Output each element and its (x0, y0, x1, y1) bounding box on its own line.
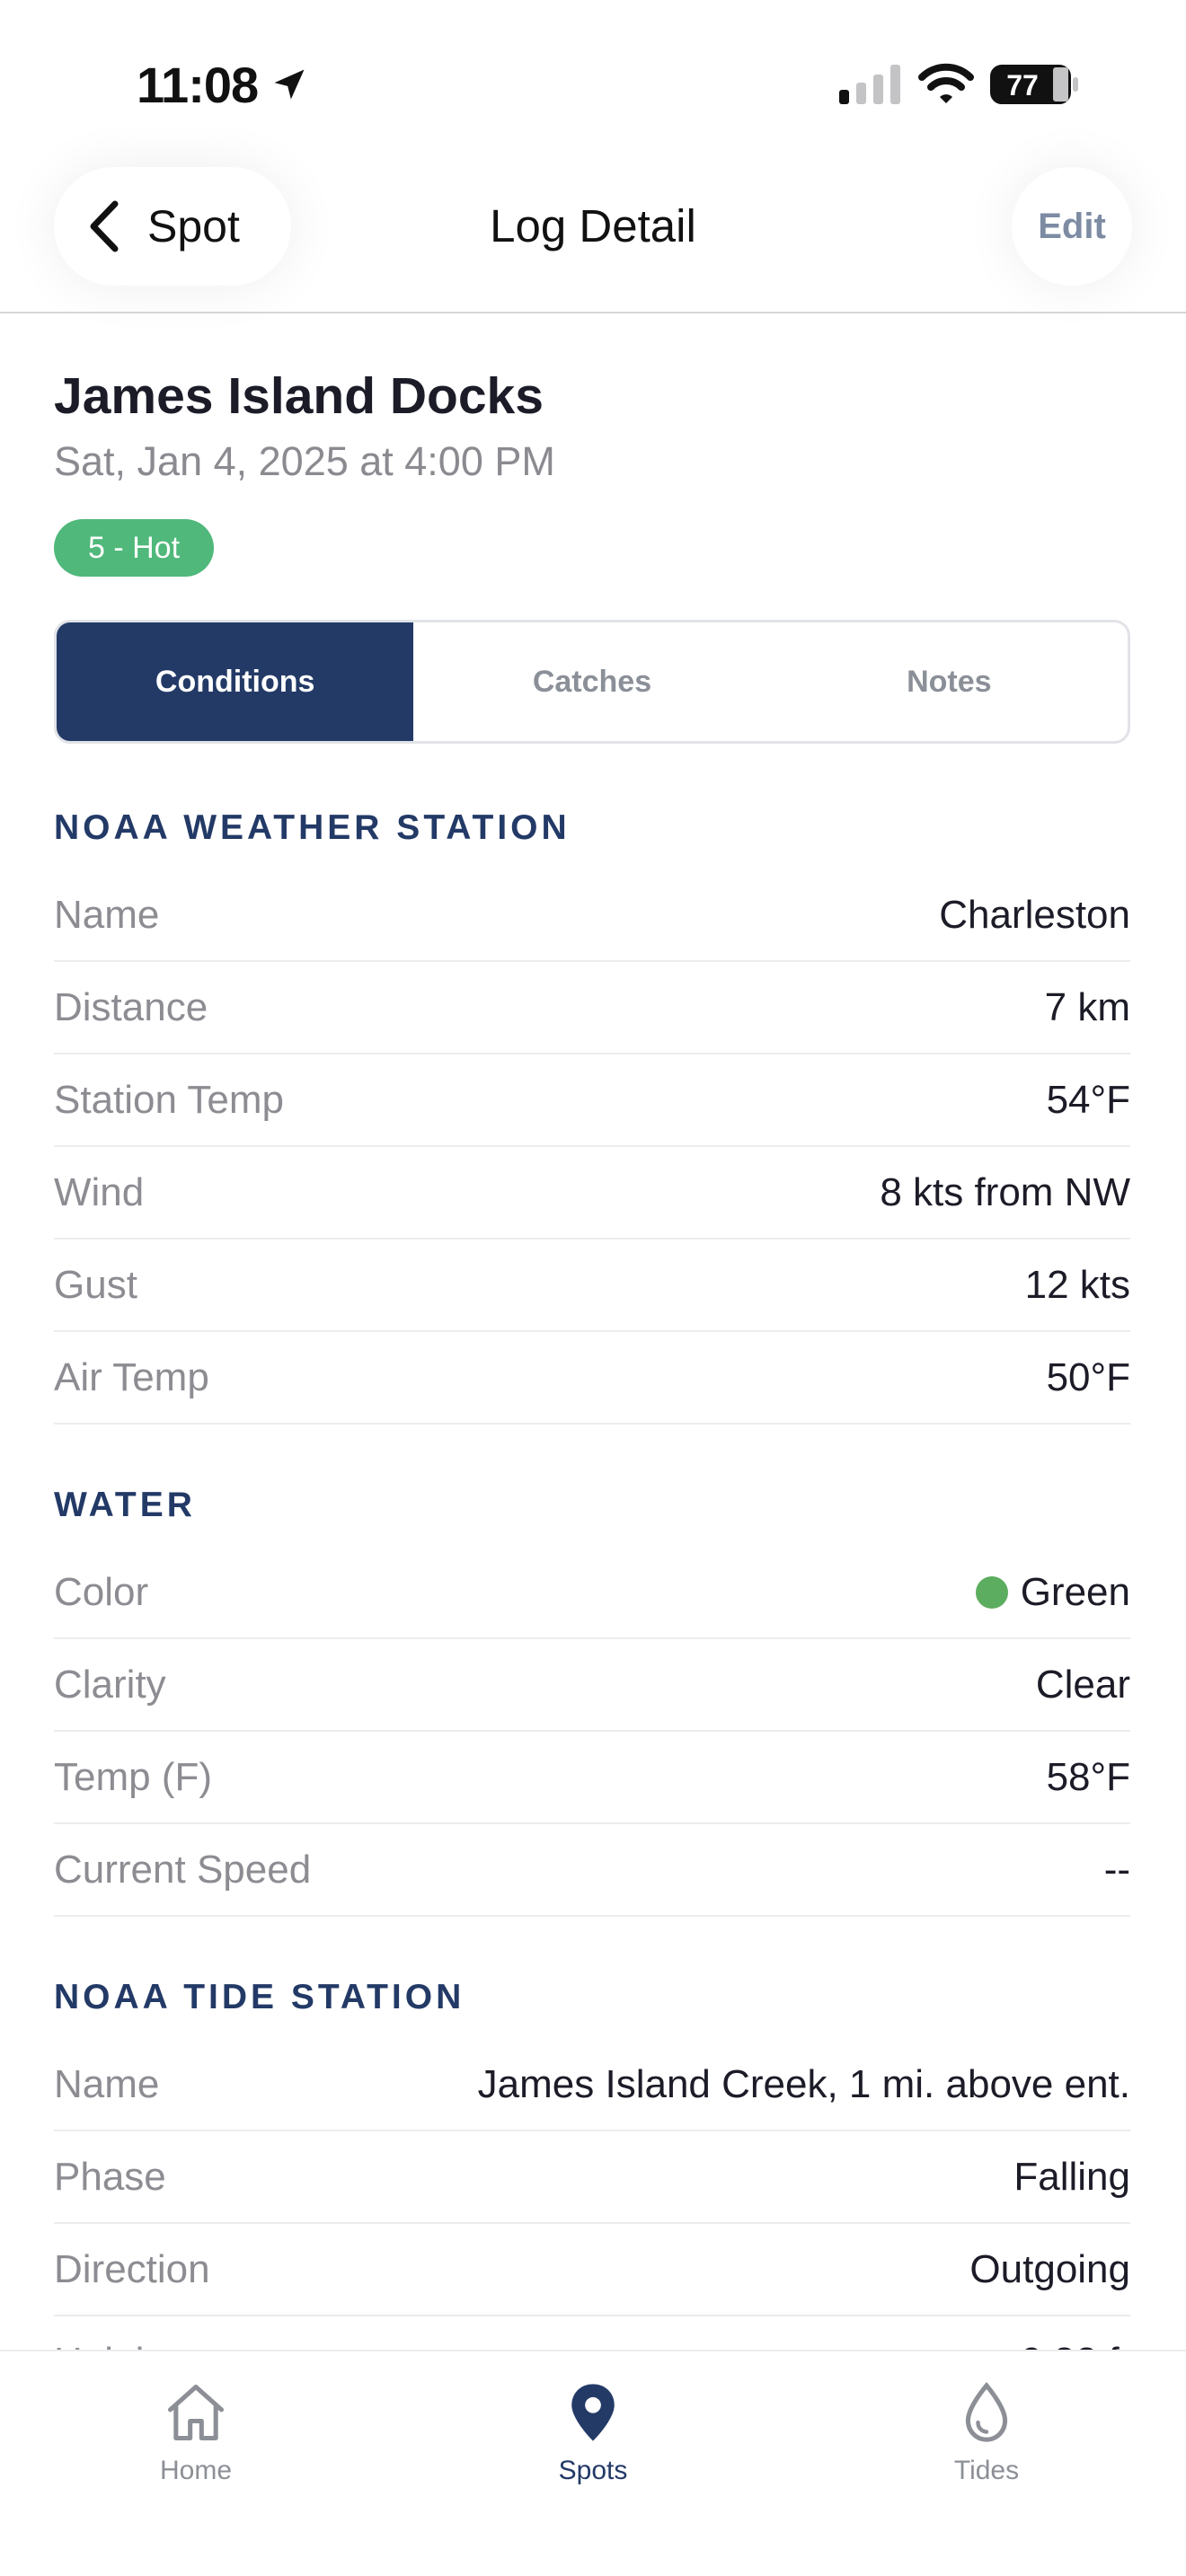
detail-row: Air Temp 50°F (54, 1332, 1130, 1425)
row-label: Distance (54, 984, 208, 1029)
header-divider (0, 312, 1186, 313)
water-drop-icon (965, 2382, 1008, 2442)
detail-row: Clarity Clear (54, 1639, 1130, 1732)
row-label: Wind (54, 1169, 145, 1214)
row-label: Color (54, 1569, 149, 1614)
row-label: Clarity (54, 1662, 166, 1707)
cellular-signal-icon (839, 65, 900, 104)
detail-row: Phase Falling (54, 2131, 1130, 2224)
section-title-tide-station: NOAA TIDE STATION (54, 1978, 465, 2016)
row-label: Gust (54, 1262, 137, 1307)
page-title: Log Detail (490, 200, 696, 251)
row-value: Charleston (939, 892, 1130, 937)
water-color-dot (975, 1575, 1008, 1609)
battery-icon: 77 (990, 65, 1078, 104)
map-pin-icon (571, 2384, 615, 2441)
row-value: 58°F (1046, 1754, 1130, 1799)
tab-catches[interactable]: Catches (413, 622, 770, 741)
detail-row: Direction Outgoing (54, 2224, 1130, 2316)
row-value: 8 kts from NW (880, 1169, 1130, 1214)
battery-level: 77 (1006, 69, 1039, 101)
tab-conditions[interactable]: Conditions (57, 622, 414, 741)
row-value: 12 kts (1024, 1262, 1130, 1307)
row-value: Falling (1013, 2154, 1130, 2199)
bottom-tab-bar: Home Spots Tides (0, 2350, 1186, 2576)
detail-row: Name James Island Creek, 1 mi. above ent. (54, 2039, 1130, 2131)
detail-row: Name Charleston (54, 869, 1130, 962)
row-label: Phase (54, 2154, 166, 2199)
edit-button[interactable]: Edit (1012, 167, 1132, 286)
status-time: 11:08 (137, 57, 259, 113)
spot-name: James Island Docks (54, 367, 544, 425)
conditions-content[interactable]: NOAA WEATHER STATION Name Charleston Dist… (54, 790, 1130, 2409)
detail-row: Station Temp 54°F (54, 1054, 1130, 1147)
row-label: Name (54, 892, 160, 937)
log-date: Sat, Jan 4, 2025 at 4:00 PM (54, 438, 555, 484)
row-label: Temp (F) (54, 1754, 212, 1799)
row-value: 54°F (1046, 1077, 1130, 1122)
tabbar-item-tides[interactable]: Tides (897, 2378, 1076, 2486)
row-value: 50°F (1046, 1354, 1130, 1399)
row-value-color: Green (975, 1569, 1130, 1615)
row-label: Name (54, 2061, 160, 2106)
home-icon (167, 2384, 225, 2441)
row-label: Air Temp (54, 1354, 209, 1399)
row-value: -- (1103, 1847, 1130, 1892)
section-title-water: WATER (54, 1486, 196, 1524)
row-value: Clear (1035, 1662, 1130, 1707)
status-bar: 11:08 77 (0, 0, 1186, 171)
row-label: Station Temp (54, 1077, 285, 1122)
detail-row: Distance 7 km (54, 962, 1130, 1054)
rating-badge: 5 - Hot (54, 519, 215, 577)
tab-notes[interactable]: Notes (771, 622, 1128, 741)
row-value: James Island Creek, 1 mi. above ent. (477, 2061, 1130, 2106)
row-value: Outgoing (969, 2246, 1130, 2291)
tabbar-item-home[interactable]: Home (106, 2378, 286, 2486)
tabbar-label: Tides (953, 2456, 1020, 2485)
location-arrow-icon (274, 69, 305, 100)
detail-row: Wind 8 kts from NW (54, 1147, 1130, 1239)
detail-row: Gust 12 kts (54, 1239, 1130, 1332)
tabbar-label: Spots (558, 2456, 628, 2485)
detail-row: Current Speed -- (54, 1824, 1130, 1917)
row-value: 7 km (1044, 984, 1130, 1029)
section-title-weather-station: NOAA WEATHER STATION (54, 808, 571, 847)
detail-row: Temp (F) 58°F (54, 1732, 1130, 1824)
row-label: Current Speed (54, 1847, 312, 1892)
tabbar-item-spots[interactable]: Spots (503, 2378, 683, 2486)
detail-tabs: Conditions Catches Notes (54, 620, 1130, 744)
detail-row: Color Green (54, 1547, 1130, 1639)
row-value: Green (1020, 1569, 1130, 1614)
tabbar-label: Home (159, 2456, 233, 2485)
row-label: Direction (54, 2246, 210, 2291)
wifi-icon (918, 63, 974, 103)
